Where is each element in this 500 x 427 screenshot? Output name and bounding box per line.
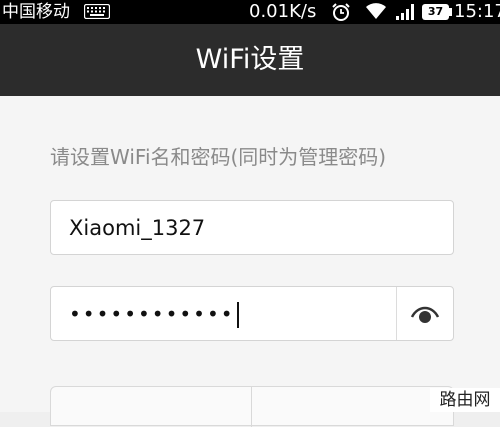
signal-icon (396, 4, 414, 20)
status-time: 15:17 (454, 1, 500, 22)
wifi-icon (366, 3, 386, 19)
battery-icon: 37 (422, 4, 453, 20)
page-title: WiFi设置 (195, 44, 305, 75)
wifi-name-input[interactable]: Xiaomi_1327 (50, 200, 454, 255)
battery-level: 37 (427, 5, 444, 18)
wifi-name-value: Xiaomi_1327 (69, 216, 206, 240)
alarm-icon (332, 3, 350, 21)
title-bar: WiFi设置 (0, 24, 500, 96)
eye-icon (410, 306, 440, 323)
status-bar: 中国移动 0.01K/s 37 15:17 (0, 0, 500, 24)
show-password-button[interactable] (397, 287, 453, 340)
password-dots: •••••••••••• (69, 302, 235, 326)
form-hint: 请设置WiFi名和密码(同时为管理密码) (50, 145, 387, 169)
button-divider (251, 387, 252, 427)
action-buttons (50, 386, 454, 427)
wifi-password-input[interactable]: •••••••••••• (50, 286, 454, 341)
password-value: •••••••••••• (69, 287, 239, 342)
keyboard-icon (84, 4, 110, 19)
text-caret (236, 302, 239, 328)
wifi-settings-form: 请设置WiFi名和密码(同时为管理密码) Xiaomi_1327 •••••••… (0, 96, 500, 427)
network-speed: 0.01K/s (249, 1, 317, 22)
watermark: 路由网 (430, 388, 500, 412)
carrier-name: 中国移动 (2, 2, 70, 22)
